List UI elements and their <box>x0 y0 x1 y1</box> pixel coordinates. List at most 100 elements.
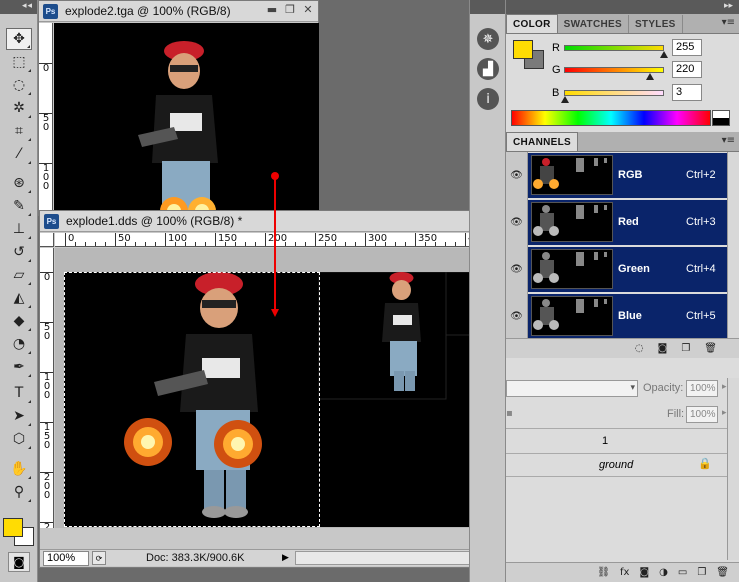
color-slider-b[interactable]: B3 <box>548 84 733 104</box>
tab-channels[interactable]: CHANNELS <box>506 132 578 151</box>
color-spectrum-bar[interactable] <box>511 110 711 126</box>
visibility-eye-icon[interactable]: 👁 <box>506 246 528 293</box>
zoom-tool-icon[interactable]: ⚲ <box>6 481 32 503</box>
channel-row-body[interactable]: Green Ctrl+4 <box>528 246 739 293</box>
chevron-down-icon[interactable]: ▾ <box>630 381 635 396</box>
document-titlebar[interactable]: Ps explode2.tga @ 100% (RGB/8) ▬ ❐ ✕ <box>39 1 318 22</box>
ruler-minor-tick <box>405 242 406 246</box>
delete-layer-icon[interactable]: 🗑 <box>716 567 729 578</box>
slider-thumb[interactable] <box>646 73 655 80</box>
eyedropper-tool-icon[interactable]: ⁄ <box>6 143 32 165</box>
lasso-tool-icon[interactable]: ◌ <box>6 74 32 96</box>
lock-transparent-icon[interactable]: ▪ <box>506 408 513 419</box>
color-slider-r[interactable]: R 255 <box>548 39 733 59</box>
clone-stamp-tool-icon[interactable]: ⊥ <box>6 218 32 240</box>
layer-number[interactable]: 1 <box>602 435 608 447</box>
new-channel-icon[interactable]: ❐ <box>681 343 690 354</box>
channel-label: R <box>552 42 560 54</box>
channel-row-body[interactable]: RGB Ctrl+2 <box>528 152 739 199</box>
restore-icon[interactable]: ❐ <box>284 3 296 16</box>
path-selection-tool-icon[interactable]: ➤ <box>6 405 32 427</box>
collapse-icon[interactable]: ◂◂ <box>22 1 33 11</box>
navigator-icon[interactable]: ✵ <box>477 28 499 50</box>
tab-styles[interactable]: STYLES <box>629 15 683 33</box>
type-tool-icon[interactable]: T <box>6 382 32 404</box>
visibility-eye-icon[interactable]: 👁 <box>506 293 528 340</box>
ruler-tick-label: 50 <box>115 233 131 246</box>
crop-tool-icon[interactable]: ⌗ <box>6 120 32 142</box>
eraser-tool-icon[interactable]: ▱ <box>6 264 32 286</box>
channel-value-field[interactable]: 220 <box>672 61 702 78</box>
slider-thumb[interactable] <box>561 96 570 103</box>
layers-scrollbar[interactable] <box>727 378 739 560</box>
status-menu-arrow-icon[interactable]: ▶ <box>282 553 289 563</box>
panel-menu-icon[interactable]: ▾≡ <box>722 17 735 28</box>
pen-tool-icon[interactable]: ✒ <box>6 356 32 378</box>
channel-row-body[interactable]: Red Ctrl+3 <box>528 199 739 246</box>
panel-menu-icon[interactable]: ▾≡ <box>722 135 735 146</box>
adjustment-layer-icon[interactable]: ◑ <box>659 567 668 578</box>
color-foreground-swatch[interactable] <box>513 40 533 59</box>
close-icon[interactable]: ✕ <box>302 3 314 16</box>
dodge-tool-icon[interactable]: ◔ <box>6 333 32 355</box>
fill-field[interactable]: 100% <box>686 406 718 423</box>
ruler-minor-tick <box>85 242 86 246</box>
brush-tool-icon[interactable]: ✎ <box>6 195 32 217</box>
healing-brush-tool-icon[interactable]: ⊛ <box>6 172 32 194</box>
delete-channel-icon[interactable]: 🗑 <box>704 343 717 354</box>
quick-mask-icon[interactable]: ◙ <box>8 552 30 572</box>
channel-row-body[interactable]: Blue Ctrl+5 <box>528 293 739 340</box>
blur-tool-icon[interactable]: ◆ <box>6 310 32 332</box>
tab-color[interactable]: COLOR <box>506 14 558 33</box>
history-brush-tool-icon[interactable]: ↺ <box>6 241 32 263</box>
channel-shortcut: Ctrl+2 <box>686 169 716 181</box>
new-group-icon[interactable]: ▭ <box>678 567 687 578</box>
marquee-tool-icon[interactable]: ⬚ <box>6 51 32 73</box>
ruler-origin[interactable] <box>40 233 54 247</box>
visibility-eye-icon[interactable]: 👁 <box>506 152 528 199</box>
dock-grip[interactable] <box>470 0 505 14</box>
tab-swatches[interactable]: SWATCHES <box>558 15 629 33</box>
channel-value-field[interactable]: 3 <box>672 84 702 101</box>
channels-scrollbar[interactable] <box>727 152 739 338</box>
collapse-icon[interactable]: ▸▸ <box>724 1 733 11</box>
hand-tool-icon[interactable]: ✋ <box>6 458 32 480</box>
link-layers-icon[interactable]: ⛓ <box>597 567 610 578</box>
save-selection-icon[interactable]: ◙ <box>658 343 668 354</box>
status-options-icon[interactable]: ⟳ <box>92 551 106 565</box>
shape-tool-icon[interactable]: ⬡ <box>6 428 32 450</box>
add-mask-icon[interactable]: ◙ <box>639 567 649 578</box>
channel-row-red[interactable]: 👁 Red Ctrl+3 <box>506 199 739 246</box>
ruler-minor-tick <box>355 242 356 246</box>
document-window-explode2[interactable]: Ps explode2.tga @ 100% (RGB/8) ▬ ❐ ✕ 0 5 … <box>38 0 319 217</box>
histogram-icon[interactable]: ▟ <box>477 58 499 80</box>
new-layer-icon[interactable]: ❐ <box>697 567 706 578</box>
channel-value-field[interactable]: 255 <box>672 39 702 56</box>
zoom-level-field[interactable]: 100% <box>43 550 89 566</box>
layer-style-icon[interactable]: fx <box>620 567 629 578</box>
foreground-color-swatch[interactable] <box>3 518 23 537</box>
minimize-icon[interactable]: ▬ <box>266 3 278 16</box>
blend-mode-dropdown[interactable]: ▾ <box>506 380 638 397</box>
move-tool-icon[interactable]: ✥ <box>6 28 32 50</box>
channel-row-blue[interactable]: 👁 Blue Ctrl+5 <box>506 293 739 340</box>
load-selection-icon[interactable]: ◌ <box>635 343 644 354</box>
magic-wand-tool-icon[interactable]: ✲ <box>6 97 32 119</box>
panels-grip[interactable]: ▸▸ <box>506 0 739 14</box>
background-layer-row[interactable]: ground 🔒 <box>506 453 739 477</box>
channel-row-rgb[interactable]: 👁 RGB Ctrl+2 <box>506 152 739 199</box>
document-canvas[interactable] <box>54 23 319 217</box>
opacity-field[interactable]: 100% <box>686 380 718 397</box>
tools-panel-grip[interactable]: ◂◂ <box>0 0 37 14</box>
paint-bucket-tool-icon[interactable]: ◭ <box>6 287 32 309</box>
slider-thumb[interactable] <box>660 51 668 58</box>
slider-track[interactable] <box>564 90 664 96</box>
info-icon[interactable]: i <box>477 88 499 110</box>
color-slider-g[interactable]: G 220 <box>548 61 733 81</box>
channel-row-green[interactable]: 👁 Green Ctrl+4 <box>506 246 739 293</box>
visibility-eye-icon[interactable]: 👁 <box>506 199 528 246</box>
fill-arrow-icon[interactable]: ▸ <box>722 408 727 418</box>
black-white-swatch[interactable] <box>712 110 730 126</box>
slider-track[interactable] <box>564 45 664 51</box>
opacity-arrow-icon[interactable]: ▸ <box>722 382 727 392</box>
